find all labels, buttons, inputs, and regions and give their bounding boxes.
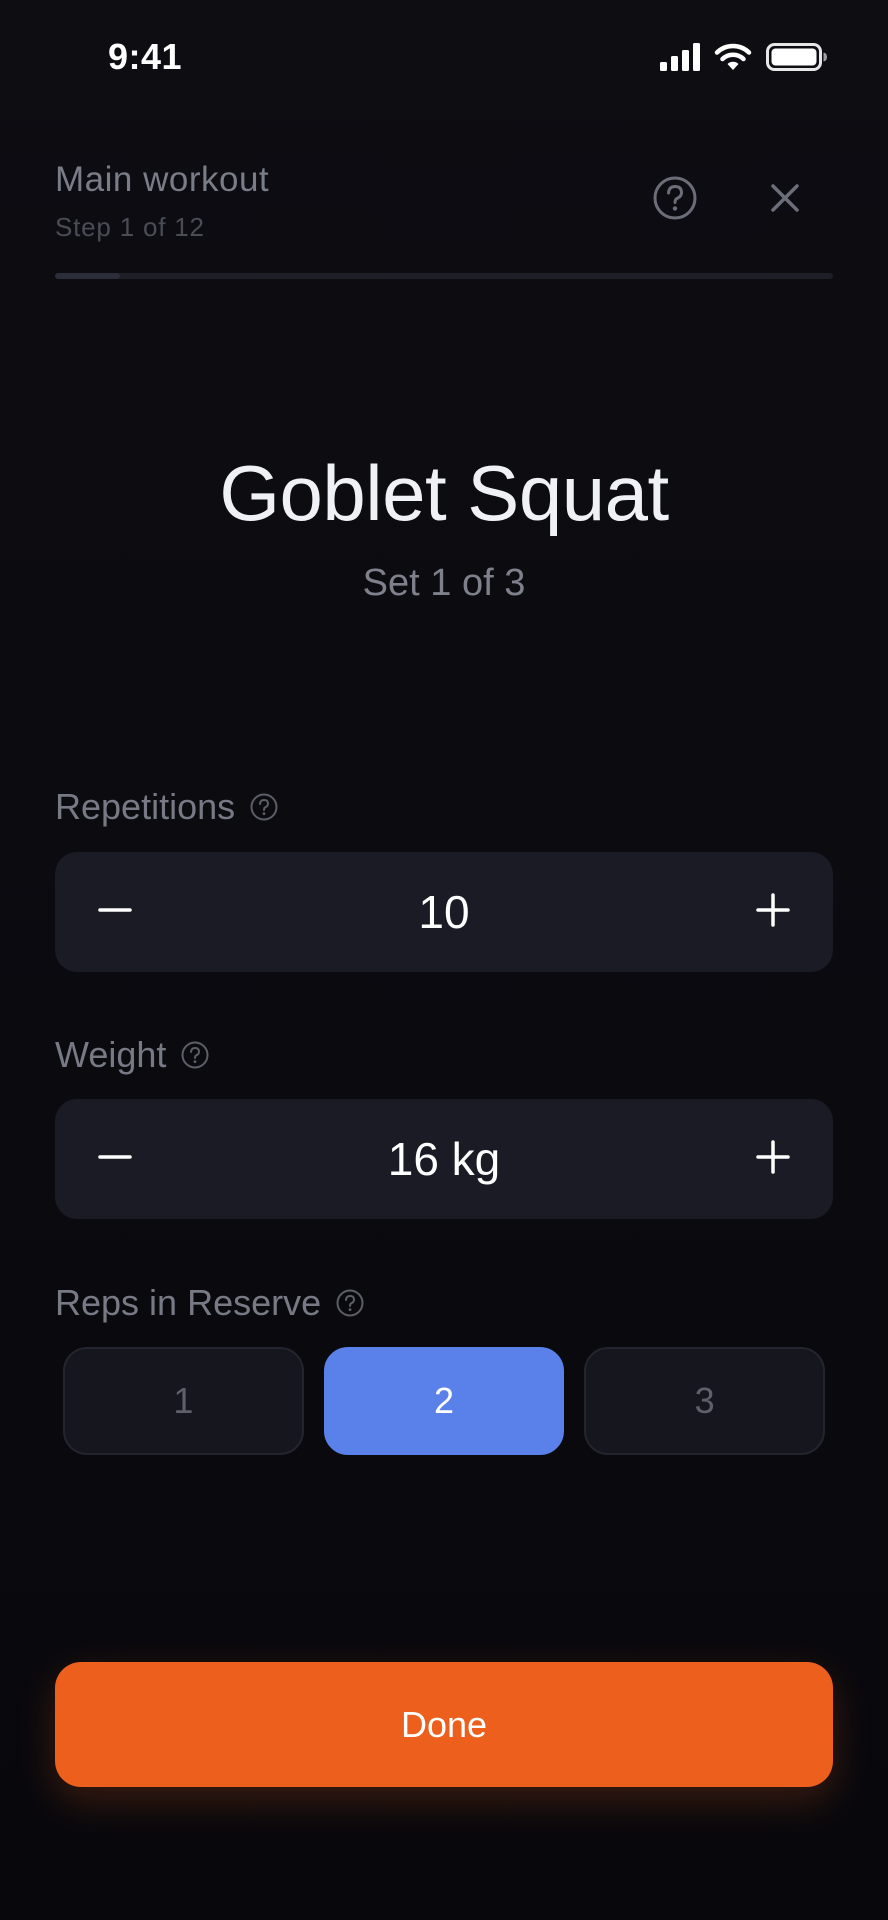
repetitions-label: Repetitions xyxy=(55,789,279,825)
weight-decrement-button[interactable] xyxy=(55,1099,175,1219)
exercise-name: Goblet Squat xyxy=(219,449,669,537)
status-icons xyxy=(660,42,828,76)
rir-help-icon[interactable] xyxy=(335,1288,365,1318)
minus-icon xyxy=(97,1139,133,1180)
repetitions-label-text: Repetitions xyxy=(55,786,236,827)
wifi-icon xyxy=(714,43,752,76)
weight-increment-button[interactable] xyxy=(713,1099,833,1219)
repetitions-decrement-button[interactable] xyxy=(55,852,175,972)
rir-selector: 1 2 3 xyxy=(63,1347,826,1455)
weight-help-icon[interactable] xyxy=(180,1040,210,1070)
status-bar: 9:41 xyxy=(0,0,888,110)
weight-label-text: Weight xyxy=(55,1034,167,1075)
battery-icon xyxy=(766,42,828,76)
rir-label-text: Reps in Reserve xyxy=(55,1282,322,1323)
rir-option-1[interactable]: 1 xyxy=(63,1347,304,1455)
weight-label: Weight xyxy=(55,1037,210,1073)
set-counter: Set 1 of 3 xyxy=(362,562,526,604)
status-time: 9:41 xyxy=(108,36,183,77)
plus-icon xyxy=(755,1139,791,1180)
weight-value: 16 kg xyxy=(387,1133,501,1185)
weight-stepper: 16 kg xyxy=(55,1099,833,1219)
repetitions-increment-button[interactable] xyxy=(713,852,833,972)
question-circle-icon xyxy=(652,175,698,226)
workout-progress-bar xyxy=(55,273,833,279)
repetitions-stepper: 10 xyxy=(55,852,833,972)
workout-progress-fill xyxy=(55,273,120,279)
repetitions-help-icon[interactable] xyxy=(249,792,279,822)
workout-title: Main workout xyxy=(55,160,270,199)
rir-option-3[interactable]: 3 xyxy=(584,1347,826,1455)
close-button[interactable] xyxy=(755,170,815,230)
repetitions-value: 10 xyxy=(418,886,470,938)
help-button[interactable] xyxy=(645,170,705,230)
rir-option-2[interactable]: 2 xyxy=(323,1347,565,1455)
close-icon xyxy=(768,181,802,220)
workout-header: Main workout Step 1 of 12 xyxy=(55,150,833,250)
rir-label: Reps in Reserve xyxy=(55,1285,365,1321)
step-counter: Step 1 of 12 xyxy=(55,212,205,242)
workout-step-screen: 9:41 Main workout Step 1 of 12 Goblet Sq… xyxy=(0,0,888,1920)
plus-icon xyxy=(755,892,791,933)
done-button[interactable]: Done xyxy=(55,1662,833,1787)
minus-icon xyxy=(97,892,133,933)
signal-icon xyxy=(660,42,700,76)
